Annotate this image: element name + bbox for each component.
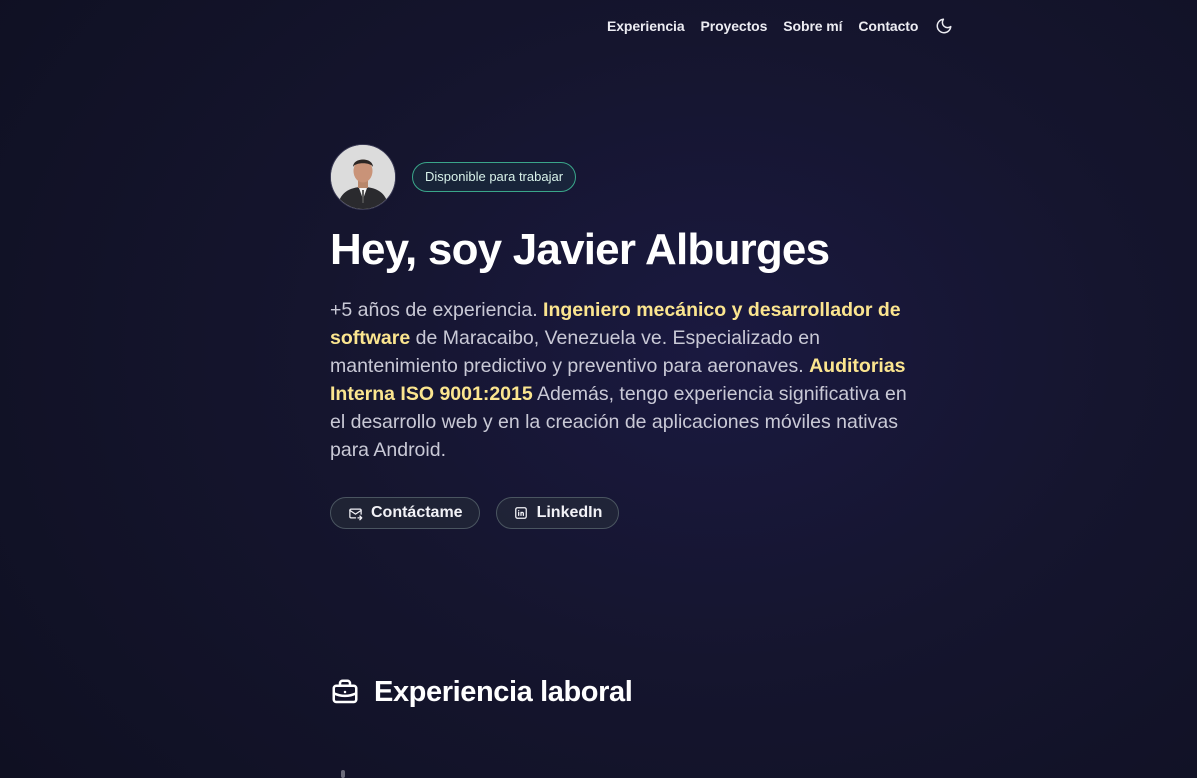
contact-button-label: Contáctame <box>371 504 463 521</box>
availability-badge: Disponible para trabajar <box>412 162 577 192</box>
briefcase-icon <box>332 679 358 704</box>
top-nav: Experiencia Proyectos Sobre mí Contacto <box>607 14 954 38</box>
timeline-marker <box>341 770 345 778</box>
linkedin-button[interactable]: LinkedIn <box>495 497 620 529</box>
nav-item-contacto[interactable]: Contacto <box>858 18 918 34</box>
mail-icon <box>347 505 363 521</box>
hero-actions: Contáctame LinkedIn <box>330 497 920 529</box>
theme-toggle-button[interactable] <box>934 16 954 36</box>
nav-item-experiencia[interactable]: Experiencia <box>607 18 685 34</box>
moon-icon <box>936 18 952 34</box>
intro-text: +5 años de experiencia. <box>330 299 544 321</box>
linkedin-icon <box>513 505 529 521</box>
page-title: Hey, soy Javier Alburges <box>330 225 830 274</box>
hero-section: Disponible para trabajar Hey, soy Javier… <box>330 144 920 529</box>
nav-item-proyectos[interactable]: Proyectos <box>701 18 768 34</box>
hero-header: Disponible para trabajar <box>330 144 920 210</box>
nav-item-sobre-mi[interactable]: Sobre mí <box>783 18 842 34</box>
avatar <box>330 144 396 210</box>
linkedin-button-label: LinkedIn <box>536 504 603 521</box>
section-title: Experiencia laboral <box>374 676 633 708</box>
intro-paragraph: +5 años de experiencia. Ingeniero mecáni… <box>330 296 920 464</box>
contact-button[interactable]: Contáctame <box>330 497 480 529</box>
experience-section-header: Experiencia laboral <box>330 672 633 712</box>
